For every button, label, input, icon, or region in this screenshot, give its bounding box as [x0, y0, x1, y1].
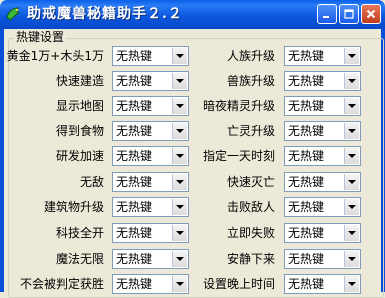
hotkey-label: 显示地图 — [55, 99, 104, 113]
chevron-down-icon[interactable] — [344, 276, 359, 292]
hotkey-label: 快速建造 — [55, 74, 104, 88]
hotkey-select[interactable]: 无热键 — [112, 249, 189, 269]
hotkey-select[interactable]: 无热键 — [284, 146, 361, 166]
hotkey-select-value: 无热键 — [116, 175, 153, 189]
hotkey-select-value: 无热键 — [116, 99, 153, 113]
hotkey-label: 科技全开 — [55, 226, 104, 240]
hotkey-select-value: 无热键 — [288, 226, 325, 240]
hotkey-select[interactable]: 无热键 — [112, 96, 189, 116]
hotkey-select-value: 无热键 — [116, 277, 153, 291]
hotkey-label: 亡灵升级 — [226, 124, 275, 138]
hotkey-label: 魔法无限 — [55, 252, 104, 266]
hotkey-select[interactable]: 无热键 — [112, 46, 189, 66]
hotkey-label: 暗夜精灵升级 — [202, 99, 275, 113]
hotkey-label: 建筑物升级 — [43, 200, 104, 214]
hotkey-select[interactable]: 无热键 — [284, 96, 361, 116]
hotkey-label: 无敌 — [79, 175, 104, 189]
app-icon — [6, 7, 21, 21]
hotkey-select-value: 无热键 — [288, 277, 325, 291]
hotkey-select-value: 无热键 — [116, 226, 153, 240]
hotkey-select-value: 无热键 — [116, 252, 153, 266]
title-bar[interactable]: 助戒魔兽秘籍助手２.２ — [0, 0, 385, 29]
hotkey-select-value: 无热键 — [288, 124, 325, 138]
hotkey-select[interactable]: 无热键 — [112, 197, 189, 217]
hotkey-select[interactable]: 无热键 — [112, 146, 189, 166]
close-icon — [366, 9, 376, 19]
minimize-icon — [323, 16, 329, 18]
hotkey-select-value: 无热键 — [288, 200, 325, 214]
hotkey-label: 快速灭亡 — [226, 175, 275, 189]
hotkey-select-value: 无热键 — [288, 175, 325, 189]
chevron-down-icon[interactable] — [344, 48, 359, 64]
hotkey-select-value: 无热键 — [288, 74, 325, 88]
hotkey-select-value: 无热键 — [116, 149, 153, 163]
hotkey-select[interactable]: 无热键 — [284, 274, 361, 294]
hotkey-label: 得到食物 — [55, 124, 104, 138]
hotkey-label: 研发加速 — [55, 149, 104, 163]
hotkey-label: 人族升级 — [226, 49, 275, 63]
hotkey-label: 立即失败 — [226, 226, 275, 240]
close-button[interactable] — [361, 4, 381, 24]
chevron-down-icon[interactable] — [344, 123, 359, 139]
hotkey-select[interactable]: 无热键 — [284, 223, 361, 243]
hotkey-select-value: 无热键 — [288, 252, 325, 266]
chevron-down-icon[interactable] — [344, 251, 359, 267]
window-title: 助戒魔兽秘籍助手２.２ — [27, 6, 183, 22]
hotkey-select-value: 无热键 — [116, 200, 153, 214]
hotkey-select-value: 无热键 — [116, 49, 153, 63]
hotkey-select-value: 无热键 — [116, 124, 153, 138]
chevron-down-icon[interactable] — [344, 199, 359, 215]
chevron-down-icon[interactable] — [344, 98, 359, 114]
hotkey-select[interactable]: 无热键 — [284, 121, 361, 141]
chevron-down-icon[interactable] — [344, 148, 359, 164]
hotkey-label: 兽族升级 — [226, 74, 275, 88]
hotkey-select-value: 无热键 — [288, 99, 325, 113]
maximize-button[interactable] — [339, 4, 359, 24]
chevron-down-icon[interactable] — [344, 225, 359, 241]
chevron-down-icon[interactable] — [344, 174, 359, 190]
group-title: 热键设置 — [14, 30, 67, 44]
hotkey-select-value: 无热键 — [116, 74, 153, 88]
hotkey-label: 击败敌人 — [226, 200, 275, 214]
hotkey-label: 指定一天时刻 — [202, 149, 275, 163]
hotkey-select[interactable]: 无热键 — [284, 249, 361, 269]
hotkey-label: 安静下来 — [226, 252, 275, 266]
hotkey-select[interactable]: 无热键 — [284, 172, 361, 192]
hotkey-select[interactable]: 无热键 — [112, 223, 189, 243]
minimize-button[interactable] — [317, 4, 337, 24]
hotkey-select-value: 无热键 — [288, 49, 325, 63]
hotkey-select-value: 无热键 — [288, 149, 325, 163]
hotkey-label: 黄金1万+木头1万 — [6, 49, 104, 63]
hotkey-select[interactable]: 无热键 — [284, 71, 361, 91]
chevron-down-icon[interactable] — [344, 73, 359, 89]
hotkey-select[interactable]: 无热键 — [112, 274, 189, 294]
hotkey-select[interactable]: 无热键 — [112, 121, 189, 141]
maximize-icon — [344, 9, 354, 19]
hotkey-select[interactable]: 无热键 — [112, 172, 189, 192]
hotkey-select[interactable]: 无热键 — [284, 197, 361, 217]
hotkey-select[interactable]: 无热键 — [112, 71, 189, 91]
hotkey-select[interactable]: 无热键 — [284, 46, 361, 66]
